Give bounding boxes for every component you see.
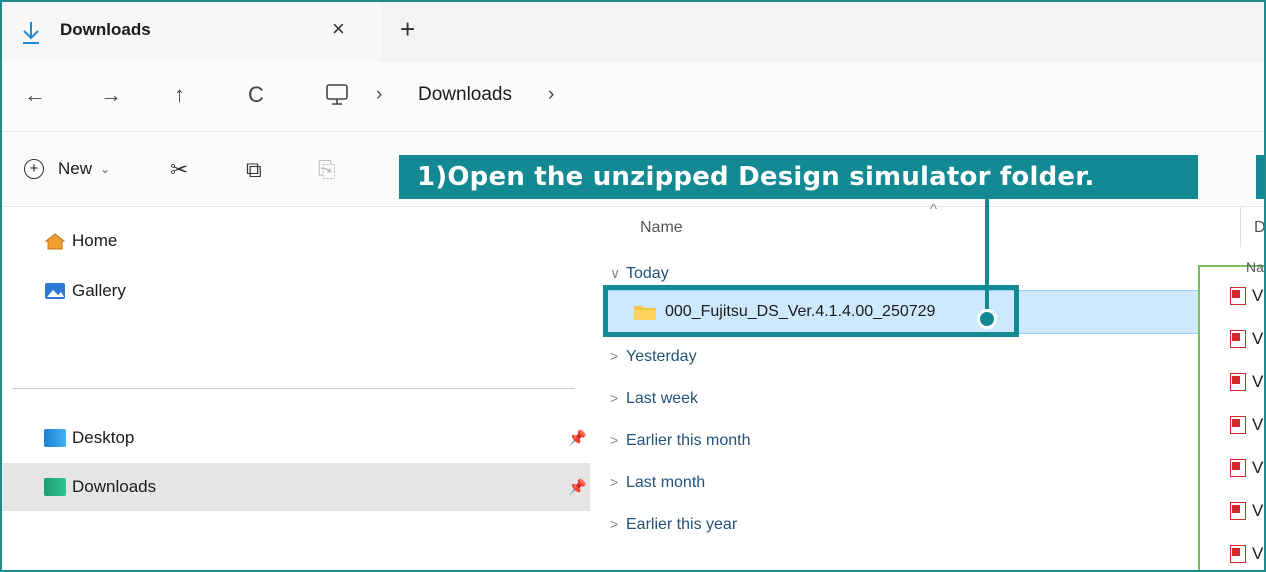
plus-icon: +: [24, 159, 44, 179]
back-icon[interactable]: ←: [24, 82, 46, 108]
nav-item-home[interactable]: Home: [2, 217, 592, 265]
breadcrumb-separator[interactable]: ›: [548, 84, 554, 106]
file-name: V: [1252, 286, 1264, 305]
new-button[interactable]: + New ⌄: [24, 159, 110, 179]
file-name: V: [1252, 458, 1264, 477]
forward-icon[interactable]: →: [100, 82, 122, 108]
breadcrumb-downloads[interactable]: Downloads: [418, 84, 512, 106]
callout-edge: [1256, 155, 1264, 199]
nav-item-label: Downloads: [72, 477, 157, 496]
navigation-pane: Home Gallery Desktop 📌 Downloads 📌: [2, 207, 592, 570]
list-item[interactable]: V: [1230, 326, 1263, 352]
nav-item-label: Home: [72, 231, 118, 250]
column-header-name[interactable]: Name: [640, 219, 683, 237]
nav-item-downloads[interactable]: Downloads 📌: [2, 463, 590, 511]
pdf-icon: [1230, 287, 1246, 305]
group-label: Today: [626, 265, 669, 282]
secondary-window: Na V V V V V V V: [1198, 259, 1264, 570]
nav-item-label: Gallery: [72, 281, 126, 300]
file-name: V: [1252, 501, 1264, 520]
close-icon[interactable]: ×: [332, 16, 345, 42]
chevron-right-icon: >: [610, 516, 619, 532]
navigation-bar: ← → ↑ C › Downloads ›: [2, 62, 1264, 132]
nav-item-gallery[interactable]: Gallery: [2, 267, 592, 315]
instruction-callout: 1)Open the unzipped Design simulator fol…: [399, 155, 1198, 199]
home-icon: [44, 233, 66, 250]
group-label: Last month: [626, 474, 706, 491]
file-name: V: [1252, 329, 1264, 348]
pin-icon[interactable]: 📌: [568, 478, 587, 496]
pdf-icon: [1230, 545, 1246, 563]
group-last-week[interactable]: > Last week: [610, 390, 698, 408]
breadcrumb-separator: ›: [376, 84, 383, 105]
new-label: New: [58, 159, 93, 178]
up-icon[interactable]: ↑: [174, 82, 185, 108]
chevron-right-icon: >: [610, 390, 619, 406]
group-last-month[interactable]: > Last month: [610, 474, 705, 492]
group-label: Yesterday: [626, 348, 697, 365]
file-name: V: [1252, 544, 1264, 563]
tab-title: Downloads: [60, 20, 151, 39]
paste-icon[interactable]: ⎘: [318, 157, 336, 183]
list-item[interactable]: V: [1230, 283, 1263, 309]
chevron-right-icon: >: [610, 432, 619, 448]
column-header-name[interactable]: Na: [1246, 259, 1264, 275]
group-earlier-this-year[interactable]: > Earlier this year: [610, 516, 737, 534]
group-today[interactable]: ∨ Today: [610, 265, 669, 283]
pdf-icon: [1230, 459, 1246, 477]
highlight-box: [603, 285, 1019, 337]
nav-item-label: Desktop: [72, 428, 135, 447]
gallery-icon: [45, 283, 65, 299]
chevron-down-icon: ∨: [610, 265, 621, 281]
pdf-icon: [1230, 373, 1246, 391]
tab-bar: Downloads × +: [2, 2, 1264, 62]
group-label: Last week: [626, 390, 699, 407]
chevron-down-icon: ⌄: [100, 162, 111, 176]
pdf-icon: [1230, 416, 1246, 434]
group-yesterday[interactable]: > Yesterday: [610, 348, 697, 366]
group-label: Earlier this year: [626, 516, 738, 533]
computer-icon[interactable]: [324, 82, 350, 108]
list-item[interactable]: V: [1230, 541, 1263, 567]
explorer-window: Downloads × + ← → ↑ C › Downloads › + Ne…: [0, 0, 1266, 572]
pdf-icon: [1230, 330, 1246, 348]
list-item[interactable]: V: [1230, 498, 1263, 524]
file-name: V: [1252, 415, 1264, 434]
list-item[interactable]: V: [1230, 412, 1263, 438]
cut-icon[interactable]: ✂: [170, 157, 188, 183]
downloads-folder-icon: [44, 478, 66, 496]
callout-pointer-dot: [977, 309, 997, 329]
divider: [12, 388, 575, 389]
chevron-right-icon: >: [610, 348, 619, 364]
group-earlier-this-month[interactable]: > Earlier this month: [610, 432, 751, 450]
desktop-icon: [44, 429, 66, 447]
group-label: Earlier this month: [626, 432, 751, 449]
copy-icon[interactable]: ⧉: [246, 157, 262, 183]
column-header-date[interactable]: D: [1254, 219, 1264, 237]
column-divider[interactable]: [1240, 207, 1241, 247]
file-list: Name ^ D ∨ Today 000_Fujitsu_DS_Ver.4.1.4…: [592, 201, 1264, 570]
chevron-right-icon: >: [610, 474, 619, 490]
pin-icon[interactable]: 📌: [568, 429, 587, 447]
nav-item-desktop[interactable]: Desktop 📌: [2, 414, 592, 462]
add-tab-button[interactable]: +: [400, 14, 415, 45]
pdf-icon: [1230, 502, 1246, 520]
sort-caret-icon: ^: [930, 201, 938, 218]
refresh-icon[interactable]: C: [248, 82, 264, 108]
list-item[interactable]: V: [1230, 455, 1263, 481]
download-icon: [23, 22, 39, 44]
tab-downloads[interactable]: Downloads ×: [2, 2, 382, 62]
file-name: V: [1252, 372, 1264, 391]
list-item[interactable]: V: [1230, 369, 1263, 395]
